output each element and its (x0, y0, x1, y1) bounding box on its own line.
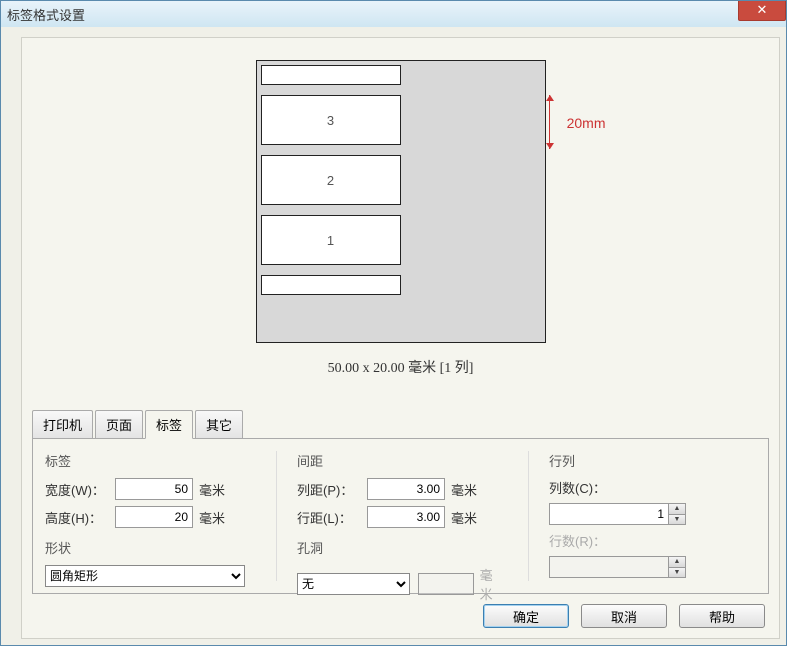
dialog-buttons: 确定 取消 帮助 (483, 604, 765, 628)
rows-input (549, 556, 669, 578)
dimension-height-arrow (549, 95, 553, 149)
rows-spin-up: ▲ (669, 557, 685, 567)
tab-page[interactable]: 页面 (95, 410, 143, 438)
tab-strip: 打印机 页面 标签 其它 (32, 410, 245, 438)
tab-label[interactable]: 标签 (145, 410, 193, 439)
page-preview: 3 2 1 (256, 60, 546, 343)
hole-size-input[interactable] (418, 573, 474, 595)
colgap-label: 列距(P)： (297, 480, 367, 499)
cols-label: 列数(C)： (549, 478, 619, 497)
height-label: 高度(H)： (45, 508, 115, 527)
content-frame: 50mm 20mm 3 2 1 50.00 x 20 (21, 37, 780, 639)
preview-area: 50mm 20mm 3 2 1 (256, 60, 546, 343)
colgap-unit: 毫米 (451, 480, 477, 499)
preview-summary: 50.00 x 20.00 毫米 [1 列] (22, 357, 779, 377)
window-title: 标签格式设置 (7, 5, 85, 24)
tab-printer[interactable]: 打印机 (32, 410, 93, 438)
width-unit: 毫米 (199, 480, 225, 499)
label-preview-item: 1 (261, 215, 401, 265)
label-preview-partial-bottom (261, 275, 401, 295)
colgap-input[interactable] (367, 478, 445, 500)
hole-title: 孔洞 (297, 538, 504, 557)
group-gap: 间距 列距(P)： 毫米 行距(L)： 毫米 孔洞 无 (276, 451, 504, 581)
titlebar: 标签格式设置 ✕ (1, 1, 786, 27)
ok-button[interactable]: 确定 (483, 604, 569, 628)
cols-input[interactable] (549, 503, 669, 525)
rowgap-label: 行距(L)： (297, 508, 367, 527)
hole-select[interactable]: 无 (297, 573, 410, 595)
hole-unit: 毫米 (480, 565, 504, 603)
cancel-button[interactable]: 取消 (581, 604, 667, 628)
help-button[interactable]: 帮助 (679, 604, 765, 628)
close-button[interactable]: ✕ (738, 1, 786, 21)
group-matrix: 行列 列数(C)： ▲▼ 行数(R)： (528, 451, 756, 581)
group-label-title: 标签 (45, 451, 252, 470)
group-label: 标签 宽度(W)： 毫米 高度(H)： 毫米 形状 圆角矩形 (45, 451, 252, 581)
dimension-height-text: 20mm (567, 115, 606, 131)
tab-other[interactable]: 其它 (195, 410, 243, 438)
rows-label: 行数(R)： (549, 531, 619, 550)
height-input[interactable] (115, 506, 193, 528)
label-preview-item: 2 (261, 155, 401, 205)
group-matrix-title: 行列 (549, 451, 756, 470)
rowgap-input[interactable] (367, 506, 445, 528)
rowgap-unit: 毫米 (451, 508, 477, 527)
group-gap-title: 间距 (297, 451, 504, 470)
shape-select[interactable]: 圆角矩形 (45, 565, 245, 587)
shape-title: 形状 (45, 538, 252, 557)
tab-panel-label: 标签 宽度(W)： 毫米 高度(H)： 毫米 形状 圆角矩形 (32, 438, 769, 594)
preview-wrap: 50mm 20mm 3 2 1 50.00 x 20 (22, 60, 779, 377)
label-preview-partial-top (261, 65, 401, 85)
rows-spin-down: ▼ (669, 567, 685, 577)
height-unit: 毫米 (199, 508, 225, 527)
width-input[interactable] (115, 478, 193, 500)
label-column: 3 2 1 (261, 65, 401, 295)
cols-spin-down[interactable]: ▼ (669, 514, 685, 524)
label-preview-item: 3 (261, 95, 401, 145)
cols-spin-up[interactable]: ▲ (669, 504, 685, 514)
dimension-height: 20mm (567, 115, 606, 131)
width-label: 宽度(W)： (45, 480, 115, 499)
dialog-window: 标签格式设置 ✕ 50mm 20mm 3 2 1 (0, 0, 787, 646)
cols-spinner[interactable]: ▲▼ (549, 503, 686, 525)
rows-spinner: ▲▼ (549, 556, 686, 578)
